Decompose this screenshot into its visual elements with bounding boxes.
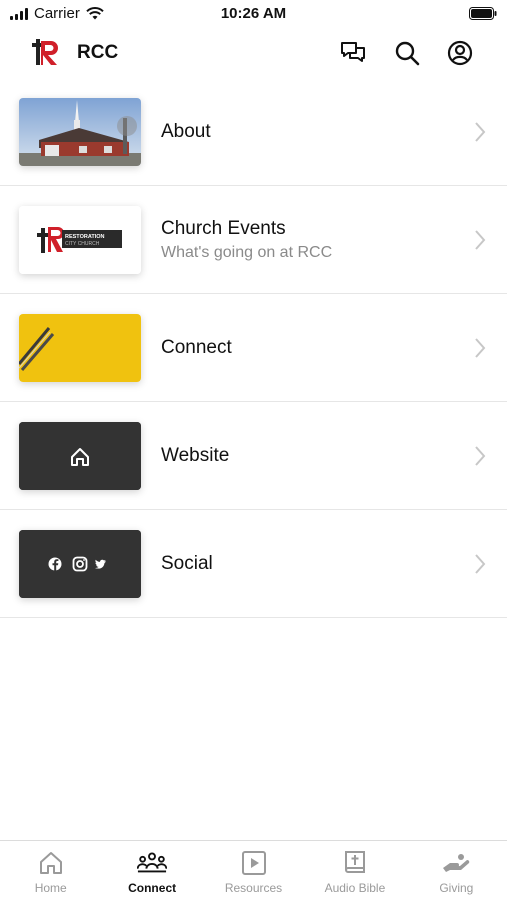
app-header: RCC (0, 28, 507, 78)
thumb-text-restoration: RESTORATION (65, 234, 105, 240)
chat-bubbles-icon (341, 42, 365, 62)
tab-connect-label: Connect (128, 881, 177, 895)
status-bar: Carrier 10:26 AM (0, 0, 507, 28)
profile-button[interactable] (445, 38, 475, 68)
connect-text: Connect (161, 337, 232, 359)
tab-bar: Home Connect Resources Audio Bible Givin… (0, 840, 507, 901)
thumb-text-city-church: CITY CHURCH (65, 241, 100, 247)
tab-audio-bible-label: Audio Bible (324, 881, 386, 895)
search-button[interactable] (392, 38, 422, 68)
chevron-right-icon (475, 229, 486, 250)
connect-list: About RESTORATION CITY CHURCH Church Eve… (0, 78, 507, 618)
app-title: RCC (77, 42, 119, 63)
status-time: 10:26 AM (220, 5, 287, 22)
connect-title: Connect (161, 336, 232, 358)
tab-resources-label: Resources (224, 881, 283, 895)
tab-connect[interactable]: Connect (101, 841, 202, 901)
social-title: Social (161, 552, 213, 574)
search-icon (395, 41, 420, 66)
church-events-subtitle: What's going on at RCC (161, 243, 333, 261)
tab-giving-label: Giving (439, 881, 474, 895)
chevron-right-icon (475, 445, 486, 466)
website-text: Website (161, 445, 229, 467)
tab-resources[interactable]: Resources (203, 841, 304, 901)
list-item-connect[interactable]: Connect (0, 294, 507, 402)
about-text: About (161, 121, 211, 143)
messages-button[interactable] (338, 38, 368, 68)
tab-home-label: Home (34, 881, 67, 895)
giving-hand-icon (443, 854, 470, 872)
tab-audio-bible[interactable]: Audio Bible (304, 841, 405, 901)
church-events-text: Church Events What's going on at RCC (161, 218, 332, 262)
list-item-church-events[interactable]: RESTORATION CITY CHURCH Church Events Wh… (0, 186, 507, 294)
social-thumbnail (19, 529, 141, 598)
people-icon (137, 852, 168, 873)
website-title: Website (161, 444, 230, 466)
list-item-social[interactable]: Social (0, 510, 507, 618)
connect-thumbnail (19, 313, 141, 382)
church-events-thumbnail: RESTORATION CITY CHURCH (19, 205, 141, 274)
bible-icon (344, 851, 365, 873)
rcc-logo-icon (32, 39, 58, 65)
chevron-right-icon (475, 553, 486, 574)
website-thumbnail (19, 421, 141, 490)
user-circle-icon (447, 40, 473, 66)
social-text: Social (161, 553, 213, 575)
home-icon (39, 852, 62, 874)
about-thumbnail (19, 97, 141, 166)
tab-home[interactable]: Home (0, 841, 101, 901)
chevron-right-icon (475, 121, 486, 142)
battery-icon (469, 7, 497, 25)
list-item-website[interactable]: Website (0, 402, 507, 510)
tab-giving[interactable]: Giving (406, 841, 507, 901)
chevron-right-icon (475, 337, 486, 358)
list-item-about[interactable]: About (0, 78, 507, 186)
play-icon (241, 851, 266, 875)
about-title: About (161, 120, 211, 142)
church-events-title: Church Events (161, 217, 286, 239)
